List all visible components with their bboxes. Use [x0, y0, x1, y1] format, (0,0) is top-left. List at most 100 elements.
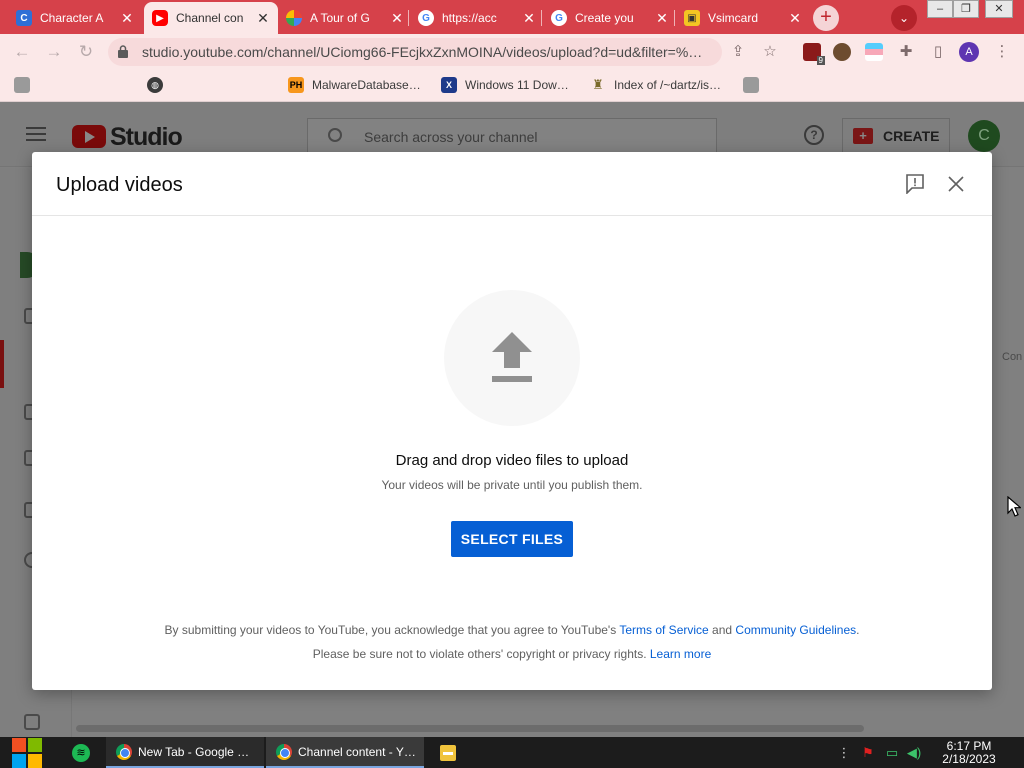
sim-card-icon: ▣ — [684, 10, 700, 26]
close-tab-icon[interactable]: ✕ — [256, 10, 270, 27]
side-panel-icon[interactable]: ▯ — [929, 43, 947, 61]
taskbar-app-new-tab[interactable]: New Tab - Google … — [106, 737, 264, 768]
close-tab-icon[interactable]: ✕ — [390, 10, 404, 27]
legal-text: and — [708, 623, 736, 637]
address-bar[interactable]: studio.youtube.com/channel/UCiomg66-FEcj… — [108, 38, 722, 66]
spotify-icon[interactable]: ≋ — [72, 744, 90, 762]
chrome-icon — [116, 743, 132, 760]
google-icon: G — [551, 10, 567, 26]
file-explorer-icon[interactable]: ▬ — [440, 745, 456, 761]
tab-tour-of-go[interactable]: A Tour of G ✕ — [278, 2, 412, 34]
legal-line-1: By submitting your videos to YouTube, yo… — [32, 618, 992, 642]
mouse-cursor-icon — [1007, 496, 1021, 517]
upload-drop-zone[interactable] — [444, 290, 580, 426]
tab-vsimcard[interactable]: ▣ Vsimcard ✕ — [676, 2, 810, 34]
close-tab-icon[interactable]: ✕ — [120, 10, 134, 27]
bookmark-label: MalwareDatabase… — [312, 78, 421, 92]
bookmark-icon — [14, 77, 30, 93]
close-tab-icon[interactable]: ✕ — [655, 10, 669, 27]
settings-icon[interactable] — [24, 714, 40, 730]
system-clock[interactable]: 6:17 PM 2/18/2023 — [934, 740, 1004, 766]
legal-text: By submitting your videos to YouTube, yo… — [164, 623, 620, 637]
browser-menu-icon[interactable]: ⋮ — [993, 43, 1011, 61]
share-icon[interactable]: ⇪ — [729, 43, 747, 61]
tray-overflow-icon[interactable]: ⋮ — [836, 745, 852, 761]
legal-notice: By submitting your videos to YouTube, yo… — [32, 618, 992, 666]
bookmark-icon — [743, 77, 759, 93]
channel-search-box[interactable]: Search across your channel — [307, 118, 717, 154]
tab-title: https://acc — [442, 11, 497, 25]
youtube-logo-icon[interactable] — [72, 125, 106, 148]
url-text[interactable]: studio.youtube.com/channel/UCiomg66-FEcj… — [142, 44, 716, 60]
close-dialog-icon[interactable] — [946, 174, 966, 194]
new-tab-button[interactable]: + — [813, 5, 839, 31]
legal-line-2: Please be sure not to violate others' co… — [32, 642, 992, 666]
restore-window-icon[interactable]: ❐ — [953, 0, 979, 18]
learn-more-link[interactable]: Learn more — [650, 647, 711, 661]
bookmark-item[interactable]: ♜ Index of /~dartz/is… — [590, 77, 721, 93]
tab-separator — [674, 10, 675, 26]
partial-column-header: Con — [1002, 351, 1023, 363]
bookmark-item[interactable]: X Windows 11 Dow… — [441, 77, 569, 93]
tab-channel-content[interactable]: ▶ Channel con ✕ — [144, 2, 278, 34]
legal-text: . — [856, 623, 860, 637]
send-feedback-icon[interactable] — [906, 174, 924, 194]
taskbar-app-label: New Tab - Google … — [138, 744, 250, 759]
bookmark-star-icon[interactable]: ☆ — [761, 43, 779, 61]
horizontal-scrollbar[interactable] — [76, 725, 864, 732]
active-nav-indicator — [0, 340, 4, 388]
clock-date: 2/18/2023 — [942, 752, 996, 766]
gcp-icon — [286, 10, 302, 26]
tab-title: Create you — [575, 11, 634, 25]
taskbar-app-channel-content[interactable]: Channel content - Y… — [266, 737, 424, 768]
extension-avatar-icon[interactable] — [833, 43, 851, 61]
terms-of-service-link[interactable]: Terms of Service — [619, 623, 708, 637]
community-guidelines-link[interactable]: Community Guidelines — [735, 623, 856, 637]
profile-avatar[interactable]: A — [959, 42, 979, 62]
hamburger-menu-icon[interactable] — [26, 127, 46, 141]
ph-icon: PH — [288, 77, 304, 93]
tab-create-your[interactable]: G Create you ✕ — [543, 2, 677, 34]
close-window-icon[interactable]: ✕ — [985, 0, 1013, 18]
lock-icon — [118, 45, 128, 58]
bookmark-item[interactable]: ◍ — [147, 77, 171, 93]
ublock-extension-icon[interactable]: 9 — [803, 43, 825, 65]
bookmark-label: Windows 11 Dow… — [465, 78, 569, 92]
action-center-flag-icon[interactable]: ⚑ — [860, 745, 876, 761]
extension-flag-icon[interactable] — [865, 43, 883, 61]
reload-icon[interactable]: ↻ — [76, 42, 96, 62]
bookmark-item[interactable] — [743, 77, 767, 93]
tab-title: A Tour of G — [310, 11, 370, 25]
tab-character-ai[interactable]: C Character A ✕ — [8, 2, 142, 34]
windows-start-icon[interactable] — [10, 737, 44, 768]
extensions-puzzle-icon[interactable]: ✚ — [897, 43, 915, 61]
bookmark-item[interactable] — [14, 77, 38, 93]
studio-logo-text: Studio — [110, 123, 183, 151]
privacy-note: Your videos will be private until you pu… — [381, 478, 643, 492]
upload-arrow-icon — [492, 332, 532, 382]
close-tab-icon[interactable]: ✕ — [788, 10, 802, 27]
x-icon: X — [441, 77, 457, 93]
channel-avatar[interactable]: C — [968, 120, 1000, 152]
select-files-button[interactable]: SELECT FILES — [451, 521, 573, 557]
bookmark-label: Index of /~dartz/is… — [614, 78, 722, 92]
upload-videos-dialog: Upload videos Drag and drop video files … — [32, 152, 992, 690]
forward-arrow-icon[interactable]: → — [44, 42, 64, 62]
create-button[interactable]: + CREATE — [842, 118, 950, 154]
bookmark-item[interactable]: PH MalwareDatabase… — [288, 77, 421, 93]
taskbar-app-label: Channel content - Y… — [298, 744, 416, 759]
tab-title: Character A — [40, 11, 104, 25]
close-tab-icon[interactable]: ✕ — [522, 10, 536, 27]
tab-https-acc[interactable]: G https://acc ✕ — [410, 2, 544, 34]
tab-title: Channel con — [176, 11, 244, 25]
help-icon[interactable]: ? — [804, 125, 824, 145]
back-arrow-icon[interactable]: ← — [12, 42, 32, 62]
minimize-window-icon[interactable]: – — [927, 0, 953, 18]
dialog-title: Upload videos — [56, 174, 183, 196]
network-icon[interactable]: ▭ — [884, 745, 900, 761]
create-video-icon: + — [853, 128, 873, 144]
volume-icon[interactable]: ◀) — [906, 745, 922, 761]
character-ai-icon: C — [16, 10, 32, 26]
tab-search-chevron-icon[interactable]: ⌄ — [891, 5, 917, 31]
globe-icon: ◍ — [147, 77, 163, 93]
